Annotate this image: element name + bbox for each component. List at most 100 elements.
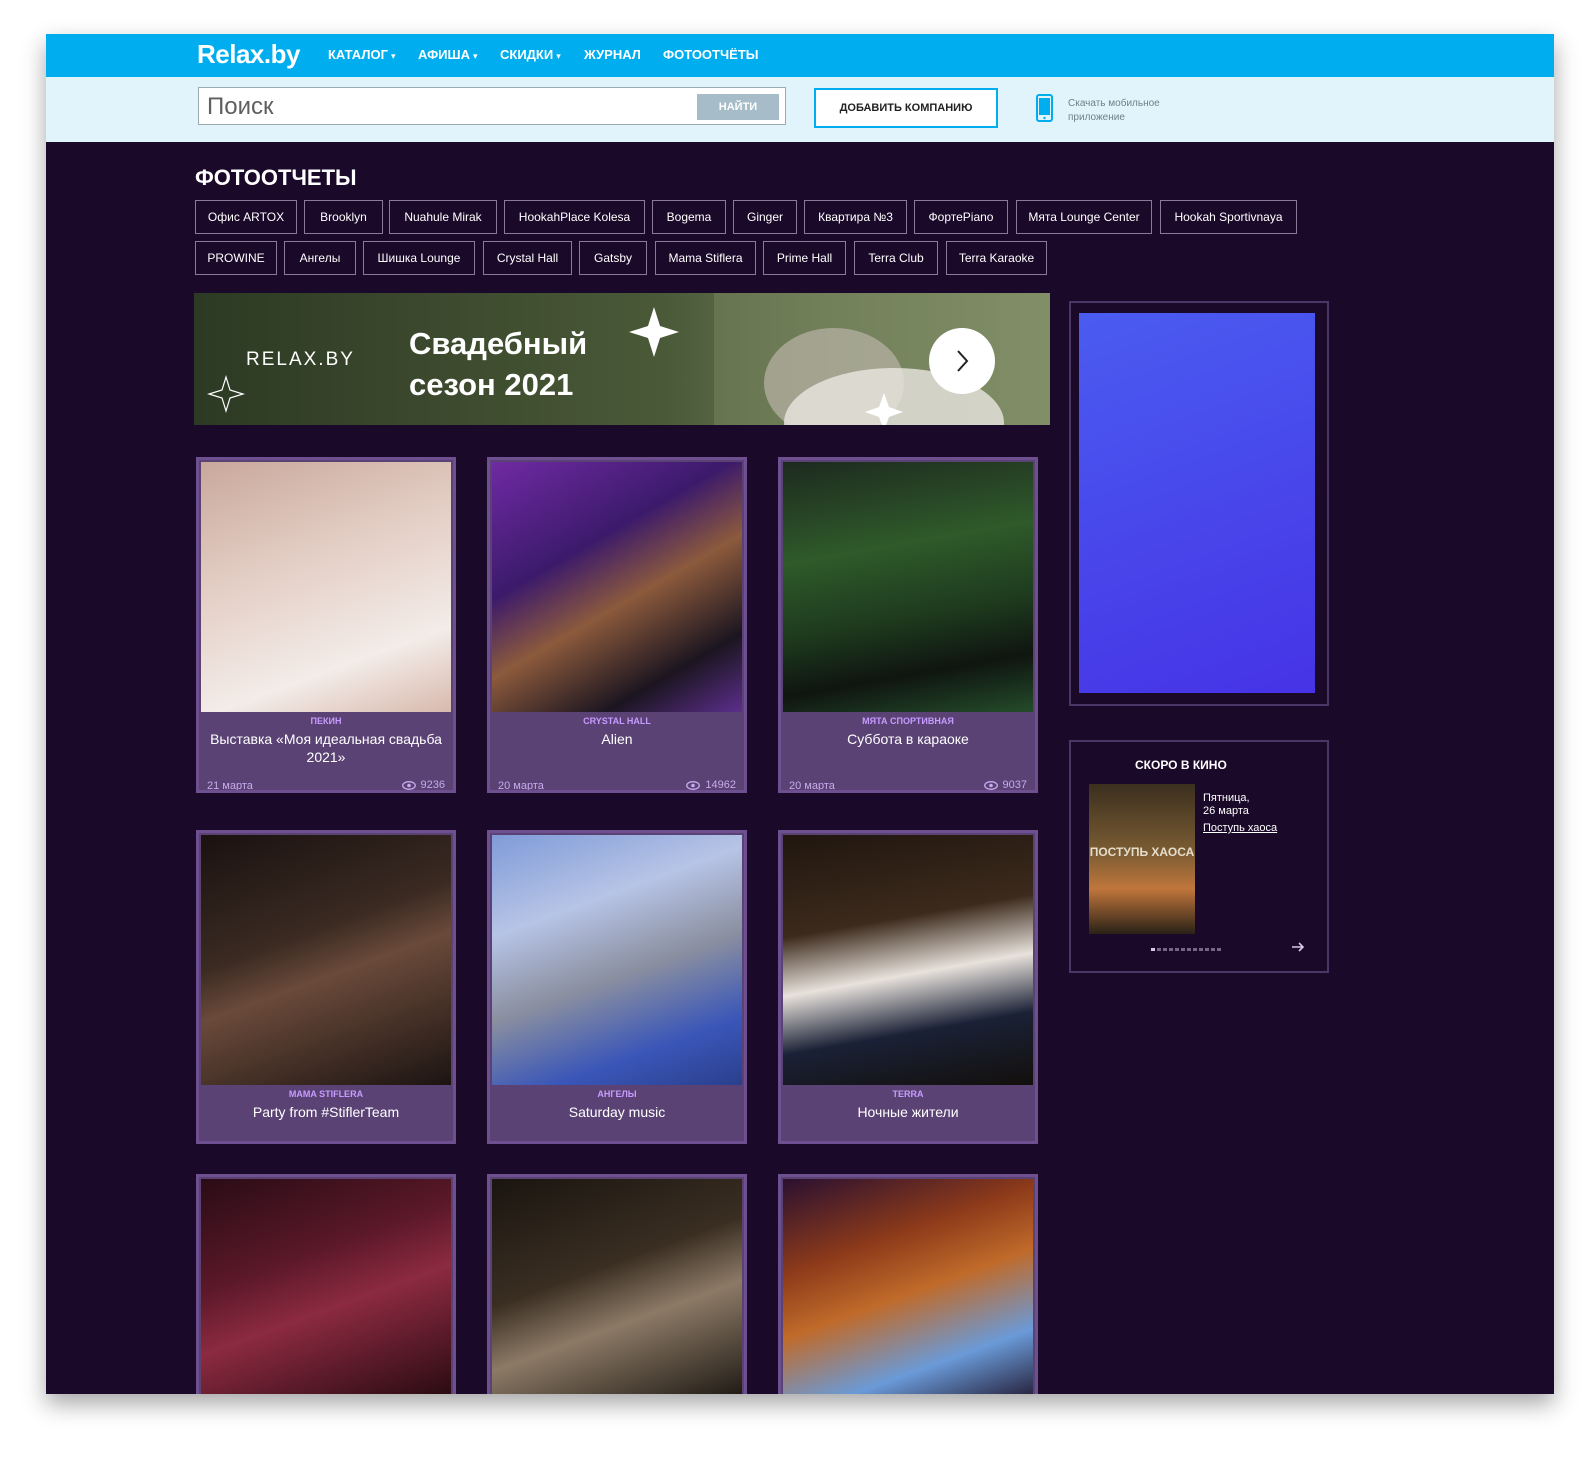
chevron-down-icon: ▾: [390, 51, 396, 61]
nav-catalog[interactable]: КАТАЛОГ ▾: [328, 47, 395, 62]
tag-ofis-artox[interactable]: Офис ARTOX: [195, 200, 297, 234]
site-logo[interactable]: Relax.by: [197, 39, 300, 70]
card-views: 9037: [983, 779, 1027, 791]
carousel-dot[interactable]: [1157, 948, 1161, 951]
tag-ginger[interactable]: Ginger: [733, 200, 797, 234]
carousel-dot[interactable]: [1151, 948, 1155, 951]
tag-bogema[interactable]: Bogema: [652, 200, 726, 234]
nav-afisha[interactable]: АФИША ▾: [418, 47, 478, 62]
carousel-dot[interactable]: [1175, 948, 1179, 951]
carousel-dot[interactable]: [1193, 948, 1197, 951]
download-app-link[interactable]: Скачать мобильное приложение: [1068, 97, 1208, 125]
card-photo[interactable]: [201, 462, 451, 712]
promo-banner[interactable]: RELAX.BY Свадебный сезон 2021: [194, 293, 1050, 425]
nav-journal[interactable]: ЖУРНАЛ: [584, 47, 641, 62]
banner-next-button[interactable]: [929, 328, 995, 394]
card-photo[interactable]: [783, 835, 1033, 1085]
tag-shishka-lounge[interactable]: Шишка Lounge: [363, 241, 475, 275]
card-venue[interactable]: АНГЕЛЫ: [490, 1089, 744, 1099]
tag-gatsby[interactable]: Gatsby: [579, 241, 647, 275]
card-venue[interactable]: МЯТА СПОРТИВНАЯ: [781, 716, 1035, 726]
nav-afisha-label: АФИША: [418, 47, 470, 62]
carousel-dots[interactable]: [1151, 948, 1221, 951]
banner-brand: RELAX.BY: [246, 349, 355, 370]
search-input[interactable]: [205, 92, 689, 122]
photo-report-card[interactable]: [487, 1174, 747, 1394]
card-title[interactable]: Party from #StiflerTeam: [205, 1103, 447, 1121]
carousel-dot[interactable]: [1169, 948, 1173, 951]
card-date: 20 марта: [498, 780, 544, 792]
card-photo[interactable]: [201, 1179, 451, 1394]
nav-discounts-label: СКИДКИ: [500, 47, 554, 62]
card-photo[interactable]: [201, 835, 451, 1085]
card-title[interactable]: Суббота в караоке: [787, 730, 1029, 748]
movie-poster[interactable]: ПОСТУПЬ ХАОСА: [1089, 784, 1195, 934]
tag-kvartira-3[interactable]: Квартира №3: [804, 200, 907, 234]
tag-hookahplace-kolesa[interactable]: HookahPlace Kolesa: [504, 200, 645, 234]
tag-terra-club[interactable]: Terra Club: [854, 241, 938, 275]
nav-discounts[interactable]: СКИДКИ ▾: [500, 47, 561, 62]
tag-prime-hall[interactable]: Prime Hall: [763, 241, 846, 275]
card-date: 20 марта: [789, 780, 835, 792]
arrow-right-icon[interactable]: [1289, 938, 1307, 956]
tag-fortepiano[interactable]: ФортеPiano: [914, 200, 1008, 234]
carousel-dot[interactable]: [1187, 948, 1191, 951]
banner-title: Свадебный сезон 2021: [409, 326, 588, 402]
card-photo[interactable]: [783, 462, 1033, 712]
card-photo[interactable]: [783, 1179, 1033, 1394]
cinema-film-link[interactable]: Поступь хаоса: [1203, 822, 1277, 834]
tag-mama-stiflera[interactable]: Mama Stiflera: [655, 241, 756, 275]
card-title[interactable]: Alien: [496, 730, 738, 748]
card-date: 21 марта: [207, 780, 253, 792]
photo-report-card[interactable]: CRYSTAL HALL Alien 20 марта 14962: [487, 457, 747, 793]
carousel-dot[interactable]: [1205, 948, 1209, 951]
card-title[interactable]: Ночные жители: [787, 1103, 1029, 1121]
photo-report-card[interactable]: ПЕКИН Выставка «Моя идеальная свадьба 20…: [196, 457, 456, 793]
tag-brooklyn[interactable]: Brooklyn: [304, 200, 383, 234]
card-photo[interactable]: [492, 462, 742, 712]
search-button[interactable]: НАЙТИ: [697, 94, 779, 120]
card-venue[interactable]: ПЕКИН: [199, 716, 453, 726]
search-box: НАЙТИ: [198, 87, 786, 125]
tag-crystal-hall[interactable]: Crystal Hall: [483, 241, 572, 275]
carousel-dot[interactable]: [1181, 948, 1185, 951]
card-photo[interactable]: [492, 1179, 742, 1394]
carousel-dot[interactable]: [1199, 948, 1203, 951]
tag-hookah-sportivnaya[interactable]: Hookah Sportivnaya: [1160, 200, 1297, 234]
card-views: 14962: [686, 779, 736, 791]
cinema-release-day: Пятница, 26 марта: [1203, 792, 1250, 818]
nav-photo-reports-label: ФОТООТЧЁТЫ: [663, 47, 759, 62]
photo-report-card[interactable]: MAMA STIFLERA Party from #StiflerTeam: [196, 830, 456, 1144]
card-venue[interactable]: CRYSTAL HALL: [490, 716, 744, 726]
card-title[interactable]: Выставка «Моя идеальная свадьба 2021»: [205, 730, 447, 766]
carousel-dot[interactable]: [1211, 948, 1215, 951]
tag-angely[interactable]: Ангелы: [284, 241, 356, 275]
tag-terra-karaoke[interactable]: Terra Karaoke: [946, 241, 1047, 275]
photo-report-card[interactable]: [778, 1174, 1038, 1394]
eye-icon: [686, 780, 701, 790]
tag-myata-lounge-center[interactable]: Мята Lounge Center: [1016, 200, 1152, 234]
photo-report-card[interactable]: [196, 1174, 456, 1394]
card-photo[interactable]: [492, 835, 742, 1085]
tag-nuahule-mirak[interactable]: Nuahule Mirak: [389, 200, 497, 234]
carousel-dot[interactable]: [1163, 948, 1167, 951]
card-venue[interactable]: MAMA STIFLERA: [199, 1089, 453, 1099]
photo-report-card[interactable]: TERRA Ночные жители: [778, 830, 1038, 1144]
top-nav-bar: Relax.by КАТАЛОГ ▾ АФИША ▾ СКИДКИ ▾ ЖУРНАЛ …: [46, 34, 1554, 77]
sidebar-ad[interactable]: [1069, 301, 1329, 706]
tag-prowine[interactable]: PROWINE: [195, 241, 277, 275]
photo-report-card[interactable]: АНГЕЛЫ Saturday music: [487, 830, 747, 1144]
chevron-right-icon: [957, 350, 969, 372]
card-venue[interactable]: TERRA: [781, 1089, 1035, 1099]
nav-photo-reports[interactable]: ФОТООТЧЁТЫ: [663, 47, 759, 62]
chevron-down-icon: ▾: [472, 51, 478, 61]
mobile-phone-icon[interactable]: [1036, 94, 1053, 122]
carousel-dot[interactable]: [1217, 948, 1221, 951]
add-company-button[interactable]: ДОБАВИТЬ КОМПАНИЮ: [814, 88, 998, 128]
ad-banner[interactable]: [1079, 313, 1315, 693]
card-views-count: 9037: [1002, 779, 1027, 791]
card-title[interactable]: Saturday music: [496, 1103, 738, 1121]
photo-report-card[interactable]: МЯТА СПОРТИВНАЯ Суббота в караоке 20 мар…: [778, 457, 1038, 793]
card-views-count: 14962: [705, 779, 736, 791]
nav-catalog-label: КАТАЛОГ: [328, 47, 388, 62]
